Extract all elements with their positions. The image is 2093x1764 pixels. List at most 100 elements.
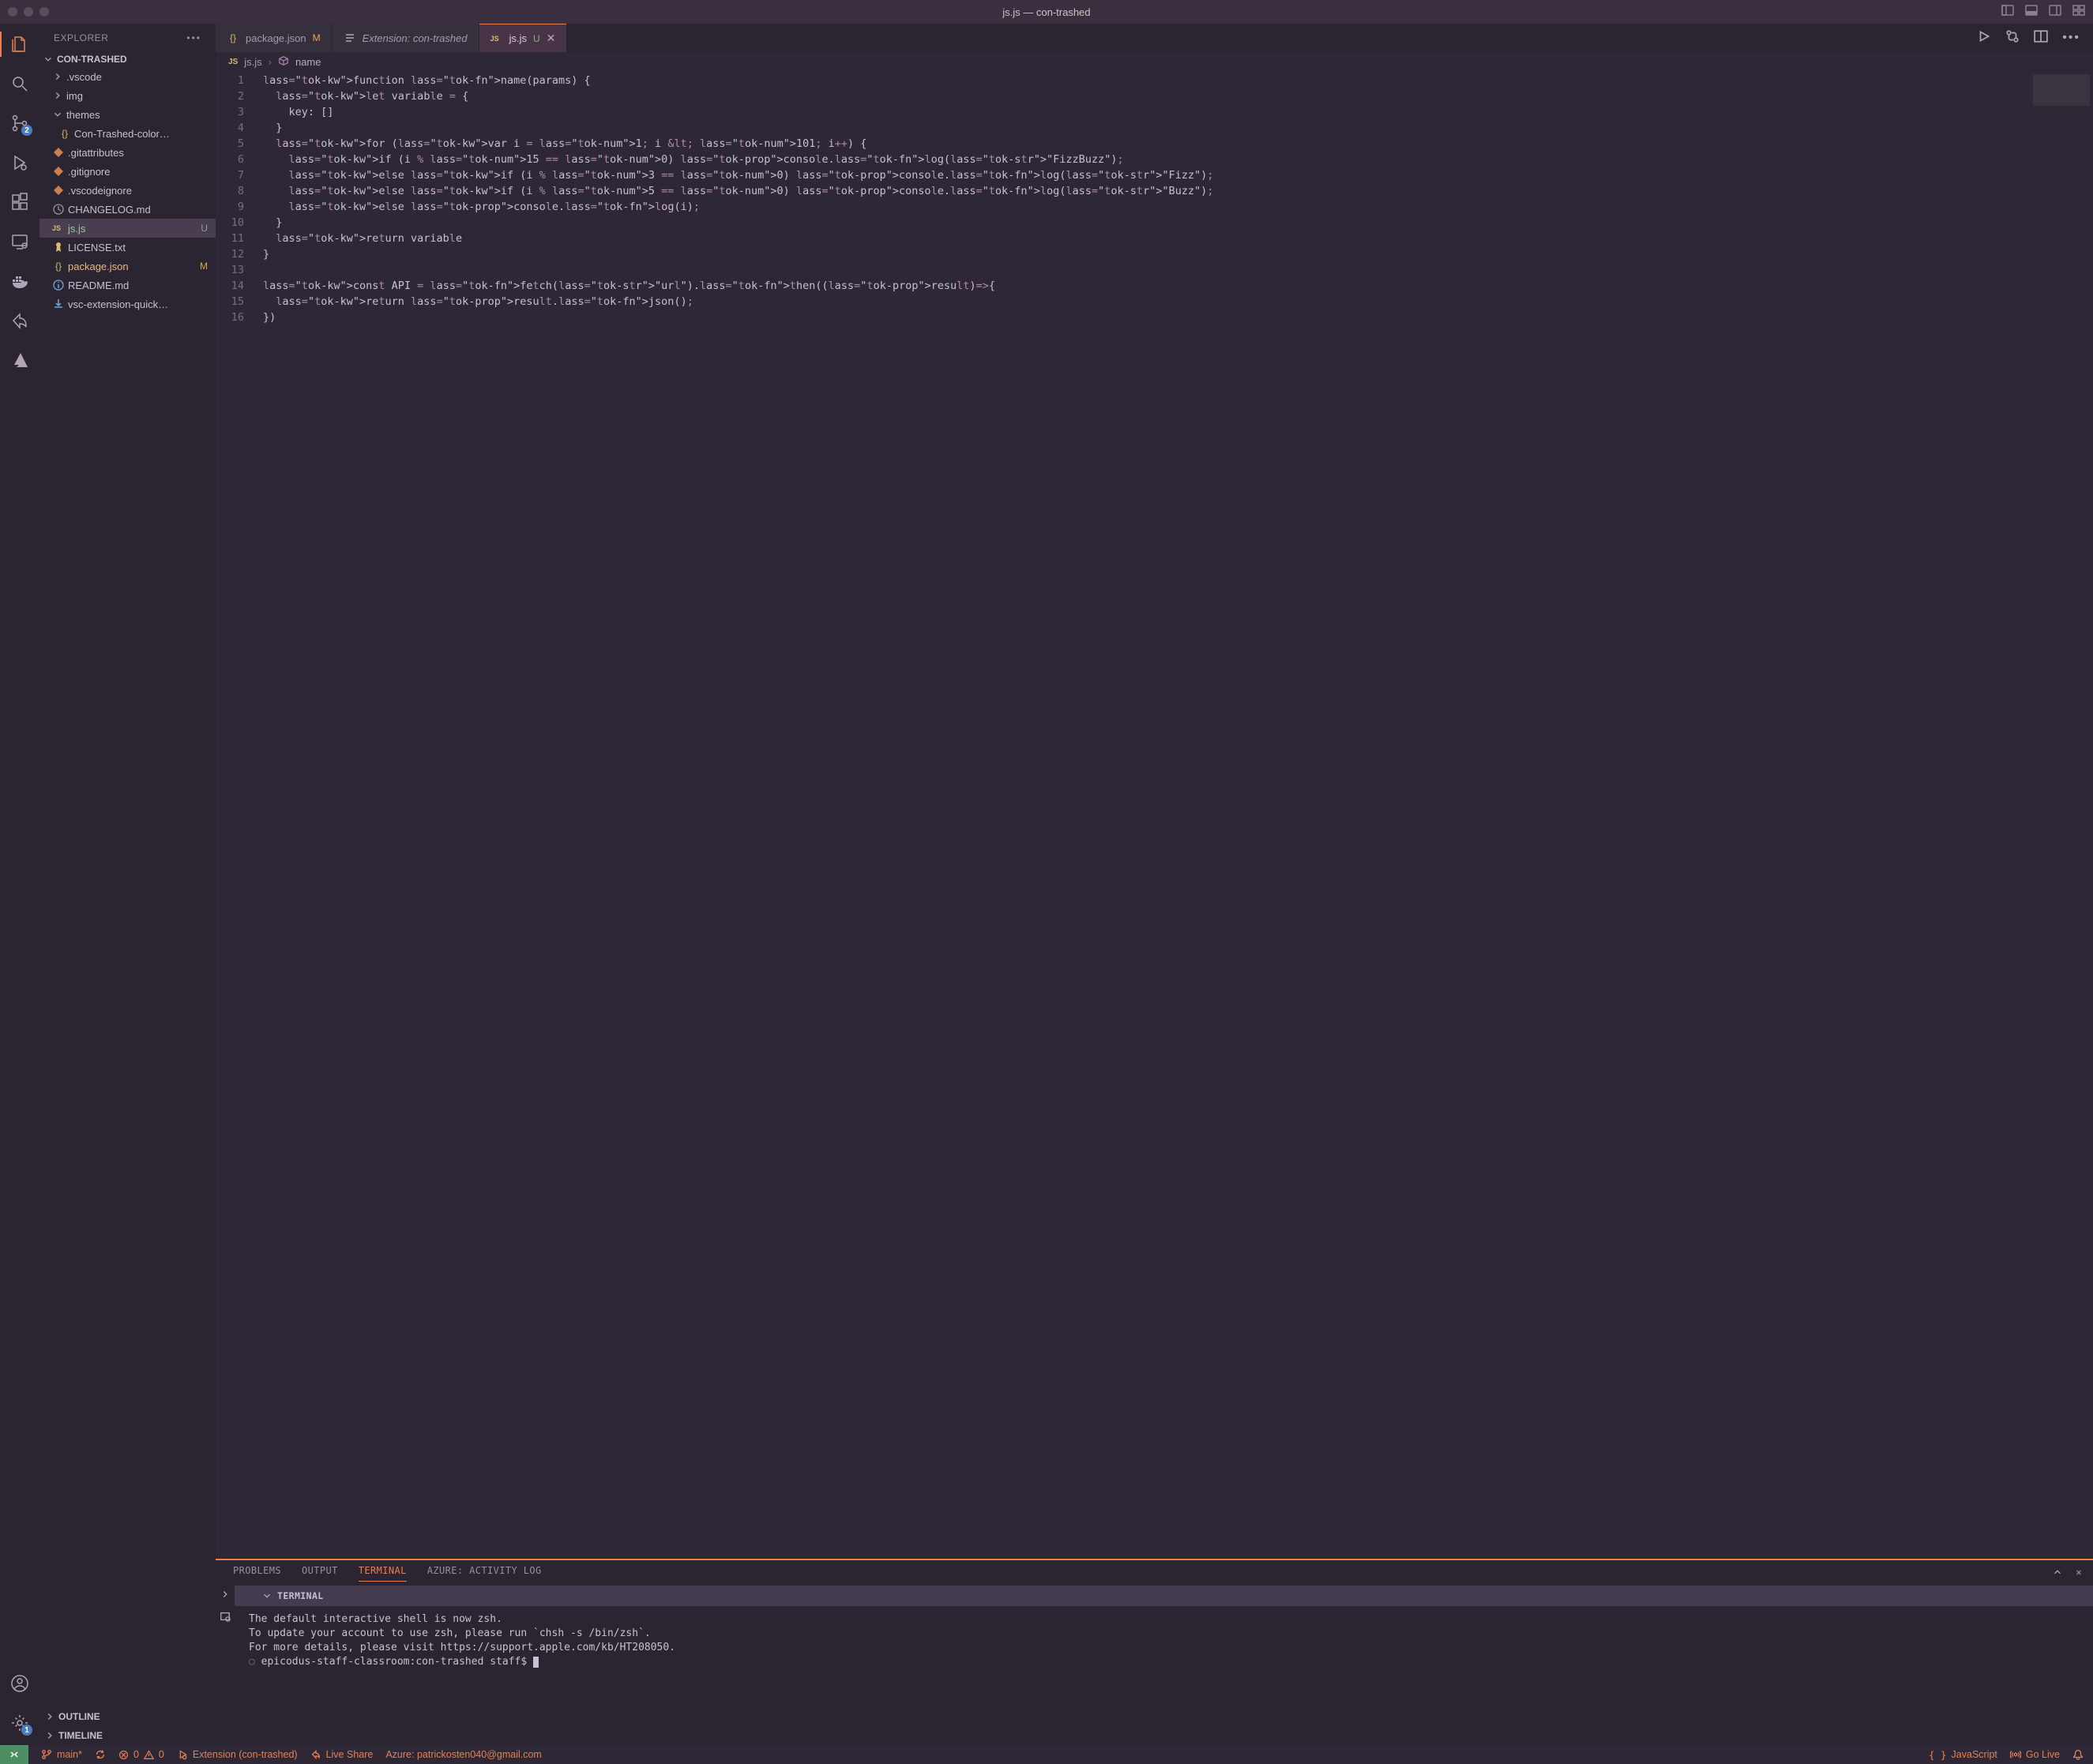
panel-tab-azure-activity-log[interactable]: AZURE: ACTIVITY LOG	[427, 1565, 542, 1581]
close-tab-icon[interactable]: ✕	[547, 32, 556, 45]
breadcrumbs[interactable]: JS js.js › name	[216, 52, 2093, 71]
source-control-badge: 2	[21, 125, 32, 136]
main-area: 2	[0, 24, 2093, 1745]
tree-item-label: vsc-extension-quick…	[68, 298, 168, 310]
toggle-panel-icon[interactable]	[2025, 4, 2038, 21]
editor-zone: {}package.jsonMExtension: con-trashedJSj…	[216, 24, 2093, 1745]
file-item[interactable]: LICENSE.txt	[39, 238, 216, 257]
file-item[interactable]: .gitattributes	[39, 143, 216, 162]
statusbar: main* 0 0 Extension (con-trashed) Live S…	[0, 1745, 2093, 1764]
titlebar-layout-controls	[2001, 4, 2085, 21]
file-item[interactable]: .gitignore	[39, 162, 216, 181]
tree-item-label: .vscode	[66, 71, 102, 83]
editor-tab[interactable]: {}package.jsonM	[216, 24, 332, 52]
file-item[interactable]: JSjs.jsU	[39, 219, 216, 238]
file-item[interactable]: CHANGELOG.md	[39, 200, 216, 219]
tree-item-label: package.json	[68, 261, 129, 272]
toggle-secondary-sidebar-icon[interactable]	[2049, 4, 2061, 21]
folder-item[interactable]: img	[39, 86, 216, 105]
tree-item-label: js.js	[68, 223, 85, 235]
timeline-section[interactable]: TIMELINE	[39, 1726, 216, 1745]
breadcrumb-file[interactable]: js.js	[244, 56, 261, 68]
tab-label: package.json	[246, 32, 306, 44]
line-number-gutter: 12345678910111213141516	[216, 71, 260, 1559]
panel-tab-output[interactable]: OUTPUT	[302, 1565, 338, 1581]
panel-tab-terminal[interactable]: TERMINAL	[359, 1565, 407, 1582]
breadcrumb-symbol[interactable]: name	[295, 56, 321, 68]
panel-tab-problems[interactable]: PROBLEMS	[233, 1565, 281, 1581]
terminal-side-controls	[216, 1586, 235, 1745]
file-item[interactable]: vsc-extension-quick…	[39, 295, 216, 313]
remote-button[interactable]	[0, 1745, 28, 1764]
tree-item-label: LICENSE.txt	[68, 242, 126, 253]
breadcrumb-separator-icon: ›	[269, 56, 272, 68]
folder-header[interactable]: CON-TRASHED	[39, 51, 216, 67]
tree-item-label: CHANGELOG.md	[68, 204, 151, 216]
terminal-expand-icon[interactable]	[220, 1589, 231, 1603]
status-go-live[interactable]: Go Live	[2010, 1749, 2060, 1760]
status-problems[interactable]: 0 0	[118, 1749, 164, 1760]
editor-more-icon[interactable]: •••	[2062, 31, 2080, 45]
window-title: js.js — con-trashed	[1002, 6, 1090, 18]
editor-tab[interactable]: JSjs.jsU✕	[479, 24, 567, 52]
minimap[interactable]	[2030, 71, 2093, 1559]
panel-close-icon[interactable]: ✕	[2076, 1567, 2082, 1580]
activity-source-control[interactable]: 2	[9, 112, 31, 134]
folder-item[interactable]: themes	[39, 105, 216, 124]
activity-bar: 2	[0, 24, 39, 1745]
activity-run-debug[interactable]	[9, 152, 31, 174]
settings-badge: 1	[21, 1725, 32, 1736]
editor-tab[interactable]: Extension: con-trashed	[333, 24, 479, 52]
terminal-content[interactable]: The default interactive shell is now zsh…	[235, 1606, 2093, 1745]
traffic-lights	[8, 7, 49, 17]
activity-explorer[interactable]	[9, 33, 31, 55]
file-item[interactable]: {}Con-Trashed-color…	[39, 124, 216, 143]
minimize-window-button[interactable]	[24, 7, 33, 17]
activity-live-share[interactable]	[9, 310, 31, 332]
close-window-button[interactable]	[8, 7, 17, 17]
git-status-indicator: U	[201, 223, 208, 234]
editor-actions: •••	[1977, 24, 2093, 52]
activity-extensions[interactable]	[9, 191, 31, 213]
outline-section[interactable]: OUTLINE	[39, 1707, 216, 1726]
maximize-window-button[interactable]	[39, 7, 49, 17]
status-live-share[interactable]: Live Share	[310, 1749, 374, 1760]
file-item[interactable]: README.md	[39, 276, 216, 295]
activity-search[interactable]	[9, 73, 31, 95]
activity-accounts[interactable]	[9, 1672, 31, 1695]
tree-item-label: .gitattributes	[68, 147, 124, 159]
file-item[interactable]: {}package.jsonM	[39, 257, 216, 276]
file-item[interactable]: .vscodeignore	[39, 181, 216, 200]
status-language[interactable]: { } JavaScript	[1929, 1749, 1997, 1761]
status-extension[interactable]: Extension (con-trashed)	[177, 1749, 298, 1760]
terminal-config-icon[interactable]	[220, 1611, 231, 1625]
code-content[interactable]: lass="tok-kw">function lass="tok-fn">nam…	[260, 71, 2030, 1559]
status-branch[interactable]: main*	[41, 1749, 82, 1760]
status-sync[interactable]	[95, 1749, 106, 1760]
split-editor-icon[interactable]	[2034, 29, 2048, 47]
activity-remote-explorer[interactable]	[9, 231, 31, 253]
git-compare-icon[interactable]	[2005, 29, 2020, 47]
activity-azure[interactable]	[9, 349, 31, 371]
tree-item-label: Con-Trashed-color…	[74, 128, 170, 140]
git-status-indicator: M	[200, 261, 208, 272]
status-notifications[interactable]	[2072, 1749, 2084, 1760]
cube-icon	[278, 55, 289, 69]
folder-item[interactable]: .vscode	[39, 67, 216, 86]
customize-layout-icon[interactable]	[2072, 4, 2085, 21]
bottom-panel: PROBLEMS OUTPUT TERMINAL AZURE: ACTIVITY LO…	[216, 1559, 2093, 1745]
terminal-section-header[interactable]: TERMINAL	[235, 1586, 2093, 1606]
toggle-primary-sidebar-icon[interactable]	[2001, 4, 2014, 21]
activity-docker[interactable]	[9, 270, 31, 292]
minimap-preview	[2033, 74, 2090, 106]
status-azure[interactable]: Azure: patrickosten040@gmail.com	[385, 1749, 542, 1760]
tree-item-label: themes	[66, 109, 100, 121]
sidebar-more-icon[interactable]: •••	[186, 32, 201, 43]
activity-settings[interactable]: 1	[9, 1712, 31, 1734]
titlebar: js.js — con-trashed	[0, 0, 2093, 24]
editor-body[interactable]: 12345678910111213141516 lass="tok-kw">fu…	[216, 71, 2093, 1559]
tab-status: M	[313, 32, 321, 43]
tree-item-label: README.md	[68, 280, 129, 291]
panel-maximize-icon[interactable]	[2052, 1567, 2063, 1580]
run-file-icon[interactable]	[1977, 29, 1991, 47]
